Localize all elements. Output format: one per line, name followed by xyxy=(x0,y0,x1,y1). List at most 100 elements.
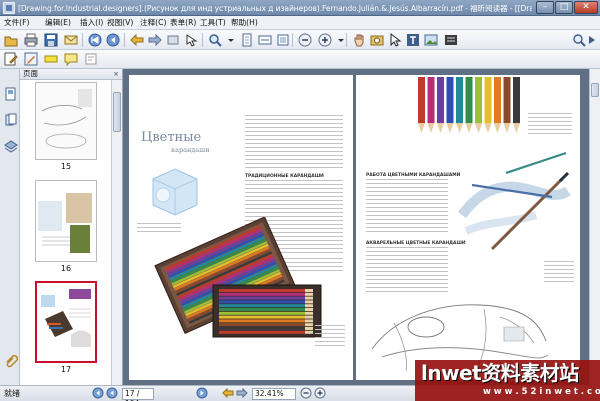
row-pencil-tip xyxy=(427,123,435,133)
open-file-icon[interactable] xyxy=(4,33,18,47)
site-watermark: lnwet资料素材站 w w w . 5 2 i n w e t . c o m xyxy=(415,360,600,401)
title-bar: [Drawing.for.Industrial.designers].(Рису… xyxy=(0,0,600,16)
box-pencil xyxy=(219,323,305,327)
note-icon[interactable] xyxy=(64,52,78,66)
vertical-scrollbar[interactable] xyxy=(589,69,600,385)
app-icon[interactable] xyxy=(3,2,15,14)
snapshot-icon[interactable] xyxy=(370,33,384,47)
panel-close-icon[interactable]: × xyxy=(113,69,119,79)
minimize-button[interactable]: – xyxy=(536,1,554,14)
thumbnail-page-16[interactable] xyxy=(35,180,97,262)
zoom-in-icon[interactable] xyxy=(318,33,332,47)
search-previous-icon[interactable] xyxy=(572,33,586,47)
print-icon[interactable] xyxy=(24,33,38,47)
box-pencil-tip xyxy=(305,300,313,304)
navigation-strip xyxy=(0,69,20,385)
menu-comment[interactable]: 注释(C) xyxy=(140,17,166,29)
fit-page-icon[interactable] xyxy=(240,33,254,47)
thumbnail-scroll-thumb[interactable] xyxy=(113,92,121,132)
section-heading: ТРАДИЦИОННЫЕ КАРАНДАШИ xyxy=(245,174,324,179)
row-pencil-tip xyxy=(475,123,482,133)
previous-page-icon[interactable] xyxy=(106,33,120,47)
previous-page-status-icon[interactable] xyxy=(106,387,118,399)
sharpener-cube-image xyxy=(152,168,198,216)
bookmarks-panel-icon[interactable] xyxy=(4,113,18,127)
image-tool-icon[interactable] xyxy=(424,33,438,47)
zoom-out-icon[interactable] xyxy=(298,33,312,47)
main-toolbar: 搜索 ▼ xyxy=(0,30,600,77)
box-pencil xyxy=(219,311,305,315)
box-pencil-tip xyxy=(305,296,313,300)
row-pencil-tip xyxy=(446,123,454,133)
menu-tools[interactable]: 工具(T) xyxy=(200,17,226,29)
row-pencil xyxy=(446,77,454,123)
document-page-left: Цветные карандаши ТРАДИЦИОННЫЕ КАРАНДАШИ xyxy=(129,75,353,380)
caption-text xyxy=(544,261,574,283)
back-arrow-icon[interactable] xyxy=(130,33,144,47)
pencil-row-image xyxy=(418,77,520,133)
panel-header: 页面 × xyxy=(20,69,122,80)
thumbnail-scrollbar[interactable] xyxy=(111,80,122,385)
box-pencil-tip xyxy=(305,327,313,330)
pages-panel-icon[interactable] xyxy=(4,87,18,101)
search-next-icon[interactable] xyxy=(586,33,600,47)
row-pencil xyxy=(427,77,435,123)
watermark-logo-text: lnwet资料素材站 xyxy=(421,361,579,385)
first-page-icon[interactable] xyxy=(88,33,102,47)
highlight-icon[interactable] xyxy=(44,52,58,66)
menu-edit[interactable]: 编辑(E) xyxy=(45,17,71,29)
watercolor-sketch-image xyxy=(457,151,571,251)
thumbnail-page-15[interactable] xyxy=(35,82,97,160)
hand-tool-icon[interactable] xyxy=(166,33,180,47)
thumbnail-label: 17 xyxy=(60,365,72,374)
document-viewer[interactable]: Цветные карандаши ТРАДИЦИОННЫЕ КАРАНДАШИ xyxy=(123,69,589,385)
select-arrow-icon[interactable] xyxy=(388,33,402,47)
page-heading: Цветные xyxy=(141,130,202,145)
menu-help[interactable]: 帮助(H) xyxy=(231,17,258,29)
actual-size-icon[interactable] xyxy=(276,33,290,47)
typewriter-icon[interactable] xyxy=(444,33,458,47)
row-pencil-tip xyxy=(418,123,425,133)
edit-page-icon[interactable] xyxy=(4,52,18,66)
box-pencil-tip xyxy=(305,319,313,323)
row-pencil-tip xyxy=(494,123,501,133)
zoom-dropdown-icon[interactable] xyxy=(224,33,238,47)
pencil-tool-icon[interactable] xyxy=(24,52,38,66)
attachment-icon[interactable] xyxy=(4,355,18,369)
close-button[interactable]: ✕ xyxy=(574,1,598,14)
menu-file[interactable]: 文件(F) xyxy=(4,17,29,29)
text-tool-icon[interactable] xyxy=(406,33,420,47)
box-pencil-tip xyxy=(305,292,313,296)
box-pencil xyxy=(219,296,305,300)
page-number-input[interactable]: 17 / 194 xyxy=(122,388,154,401)
zoom-in-status-icon[interactable] xyxy=(314,387,326,399)
vertical-scroll-thumb[interactable] xyxy=(591,83,599,97)
first-page-status-icon[interactable] xyxy=(92,387,104,399)
row-pencil xyxy=(456,77,463,123)
forward-status-icon[interactable] xyxy=(236,387,248,399)
select-text-icon[interactable] xyxy=(184,33,198,47)
email-icon[interactable] xyxy=(64,33,78,47)
hand-icon[interactable] xyxy=(352,33,366,47)
stamp-icon[interactable] xyxy=(84,52,98,66)
box-pencil xyxy=(219,292,305,296)
zoom-icon[interactable] xyxy=(208,33,222,47)
window-title: [Drawing.for.Industrial.designers].(Рису… xyxy=(18,4,532,13)
row-pencil xyxy=(418,77,425,123)
menu-form[interactable]: 表单(R) xyxy=(170,17,196,29)
menu-bar: 文件(F) 编辑(E) 插入(I) 视图(V) 注释(C) 表单(R) 工具(T… xyxy=(0,16,600,30)
next-page-status-icon[interactable] xyxy=(196,387,208,399)
back-status-icon[interactable] xyxy=(222,387,234,399)
zoom-out-status-icon[interactable] xyxy=(300,387,312,399)
save-icon[interactable] xyxy=(44,33,58,47)
fit-width-icon[interactable] xyxy=(258,33,272,47)
page-subheading: карандаши xyxy=(171,146,210,154)
maximize-button[interactable]: □ xyxy=(555,1,573,14)
caption-text xyxy=(315,325,345,347)
layers-panel-icon[interactable] xyxy=(4,139,18,153)
menu-view[interactable]: 视图(V) xyxy=(107,17,133,29)
menu-insert[interactable]: 插入(I) xyxy=(80,17,103,29)
zoom-level-input[interactable]: 32.41% xyxy=(252,388,296,400)
thumbnail-page-17-selected[interactable] xyxy=(35,281,97,363)
forward-arrow-icon[interactable] xyxy=(148,33,162,47)
